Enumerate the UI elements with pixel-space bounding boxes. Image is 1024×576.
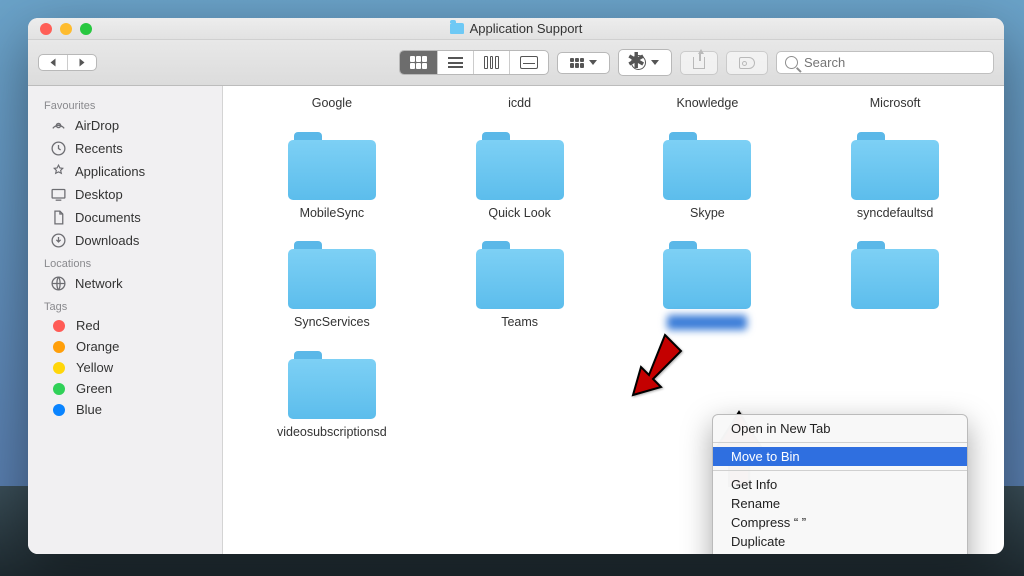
context-menu: Open in New Tab Move to Bin Get Info Ren…	[712, 414, 968, 554]
view-switcher	[399, 50, 549, 75]
menu-move-to-bin[interactable]: Move to Bin	[713, 447, 967, 466]
back-button[interactable]	[39, 55, 68, 70]
sidebar-tag-yellow[interactable]: Yellow	[28, 357, 222, 378]
folder-icon	[288, 239, 376, 309]
menu-open-new-tab[interactable]: Open in New Tab	[713, 419, 967, 438]
folder-icon	[851, 239, 939, 309]
folder-item[interactable]: SyncServices	[243, 235, 421, 335]
sidebar-section-locations: Locations	[28, 252, 222, 272]
tag-dot-icon	[53, 362, 65, 374]
arrange-button[interactable]	[557, 52, 610, 74]
tags-button[interactable]	[726, 51, 768, 75]
window-title: Application Support	[470, 21, 583, 36]
folder-icon	[450, 23, 464, 34]
sidebar-section-tags: Tags	[28, 295, 222, 315]
tag-dot-icon	[53, 383, 65, 395]
menu-make-alias[interactable]: Make Alias	[713, 551, 967, 554]
close-window-button[interactable]	[40, 23, 52, 35]
zoom-window-button[interactable]	[80, 23, 92, 35]
folder-item[interactable]: Skype	[619, 126, 797, 226]
menu-rename[interactable]: Rename	[713, 494, 967, 513]
folder-item[interactable]: Teams	[431, 235, 609, 335]
titlebar: Application Support	[28, 18, 1004, 40]
menu-compress[interactable]: Compress “ ”	[713, 513, 967, 532]
tag-dot-icon	[53, 341, 65, 353]
folder-item-selected[interactable]	[619, 235, 797, 335]
toolbar	[28, 40, 1004, 86]
folder-icon	[288, 130, 376, 200]
folder-item[interactable]: Knowledge	[619, 92, 797, 116]
sidebar-tag-orange[interactable]: Orange	[28, 336, 222, 357]
menu-separator	[713, 442, 967, 443]
sidebar-item-airdrop[interactable]: AirDrop	[28, 114, 222, 137]
forward-button[interactable]	[68, 55, 96, 70]
search-input[interactable]	[804, 55, 985, 70]
share-button[interactable]	[680, 51, 718, 75]
menu-separator	[713, 470, 967, 471]
sidebar-item-applications[interactable]: Applications	[28, 160, 222, 183]
icon-view-button[interactable]	[400, 51, 438, 74]
folder-item[interactable]: Google	[243, 92, 421, 116]
finder-window: Application Support Favourites AirDrop R…	[28, 18, 1004, 554]
column-view-button[interactable]	[474, 51, 510, 74]
sidebar-item-downloads[interactable]: Downloads	[28, 229, 222, 252]
folder-item[interactable]: Quick Look	[431, 126, 609, 226]
minimize-window-button[interactable]	[60, 23, 72, 35]
list-view-button[interactable]	[438, 51, 474, 74]
search-icon	[785, 56, 798, 69]
folder-item[interactable]: MobileSync	[243, 126, 421, 226]
folder-icon	[288, 349, 376, 419]
sidebar-section-favourites: Favourites	[28, 94, 222, 114]
folder-icon	[476, 239, 564, 309]
tag-dot-icon	[53, 320, 65, 332]
sidebar-tag-blue[interactable]: Blue	[28, 399, 222, 420]
folder-item[interactable]: icdd	[431, 92, 609, 116]
menu-duplicate[interactable]: Duplicate	[713, 532, 967, 551]
sidebar-item-network[interactable]: Network	[28, 272, 222, 295]
sidebar: Favourites AirDrop Recents Applications …	[28, 86, 223, 554]
folder-icon	[476, 130, 564, 200]
folder-item[interactable]: Microsoft	[806, 92, 984, 116]
folder-icon	[663, 130, 751, 200]
folder-item[interactable]: syncdefaultsd	[806, 126, 984, 226]
content-area[interactable]: Google icdd Knowledge Microsoft MobileSy…	[223, 86, 1004, 554]
tag-dot-icon	[53, 404, 65, 416]
folder-item[interactable]: videosubscriptionsd	[243, 345, 421, 445]
sidebar-tag-red[interactable]: Red	[28, 315, 222, 336]
nav-buttons	[38, 54, 97, 71]
folder-icon	[851, 130, 939, 200]
gallery-view-button[interactable]	[510, 51, 548, 74]
menu-get-info[interactable]: Get Info	[713, 475, 967, 494]
folder-item[interactable]	[806, 235, 984, 335]
sidebar-item-desktop[interactable]: Desktop	[28, 183, 222, 206]
action-button[interactable]	[618, 49, 672, 76]
sidebar-tag-green[interactable]: Green	[28, 378, 222, 399]
search-field[interactable]	[776, 51, 994, 74]
sidebar-item-documents[interactable]: Documents	[28, 206, 222, 229]
sidebar-item-recents[interactable]: Recents	[28, 137, 222, 160]
folder-icon	[663, 239, 751, 309]
